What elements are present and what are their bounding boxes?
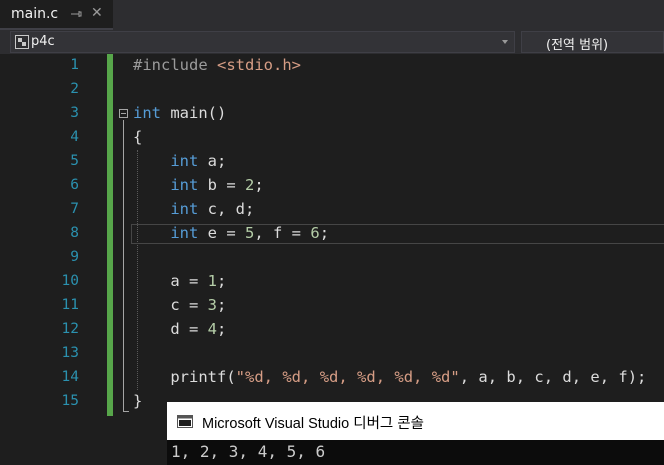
line-number: 4 — [70, 129, 79, 145]
project-name: p4c — [31, 34, 55, 49]
console-title: Microsoft Visual Studio 디버그 콘솔 — [202, 416, 424, 432]
console-title-bar[interactable]: Microsoft Visual Studio 디버그 콘솔 — [167, 402, 664, 440]
project-dropdown[interactable]: p4c — [10, 31, 515, 53]
navigation-bar: p4c (전역 범위) — [0, 30, 664, 55]
line-number: 10 — [61, 273, 79, 289]
collapse-icon[interactable] — [119, 109, 128, 118]
code-line-11: c = 3; — [133, 296, 227, 314]
console-window-icon — [177, 415, 193, 428]
line-number: 5 — [70, 153, 79, 169]
line-number: 6 — [70, 177, 79, 193]
line-number: 14 — [61, 369, 79, 385]
line-number: 2 — [70, 81, 79, 97]
close-icon[interactable]: ✕ — [91, 5, 103, 21]
code-line-1: #include <stdio.h> — [133, 56, 301, 74]
code-line-8: int e = 5, f = 6; — [170, 224, 330, 242]
line-number: 7 — [70, 201, 79, 217]
console-output: 1, 2, 3, 4, 5, 6 — [171, 442, 326, 461]
tab-title: main.c — [11, 6, 59, 22]
code-line-12: d = 4; — [133, 320, 227, 338]
line-number: 13 — [61, 345, 79, 361]
debug-console-window[interactable]: Microsoft Visual Studio 디버그 콘솔 1, 2, 3, … — [167, 402, 664, 465]
line-number: 3 — [70, 105, 79, 121]
code-line-15: } — [133, 392, 143, 410]
document-tab-main-c[interactable]: main.c ✕ — [0, 0, 113, 30]
line-number: 11 — [61, 297, 79, 313]
change-tracking-bar — [107, 54, 113, 416]
line-number: 12 — [61, 321, 79, 337]
code-line-10: a = 1; — [133, 272, 227, 290]
code-line-3: int main() — [133, 104, 227, 122]
document-tab-strip: main.c ✕ — [0, 0, 664, 30]
code-line-6: int b = 2; — [170, 176, 264, 194]
chevron-down-icon — [502, 40, 508, 44]
pin-icon[interactable] — [70, 7, 84, 21]
line-number: 8 — [70, 225, 79, 241]
outline-guide — [123, 120, 124, 412]
scope-dropdown[interactable]: (전역 범위) — [521, 31, 664, 53]
code-line-7: int c, d; — [170, 200, 255, 218]
line-number: 15 — [61, 393, 79, 409]
project-icon — [15, 35, 29, 49]
code-line-4: { — [133, 128, 143, 146]
line-number: 9 — [70, 249, 79, 265]
line-number: 1 — [70, 57, 79, 73]
outline-guide-end — [123, 411, 129, 412]
code-line-14: printf("%d, %d, %d, %d, %d, %d", a, b, c… — [133, 368, 647, 386]
scope-label: (전역 범위) — [546, 38, 609, 53]
code-line-5: int a; — [170, 152, 227, 170]
